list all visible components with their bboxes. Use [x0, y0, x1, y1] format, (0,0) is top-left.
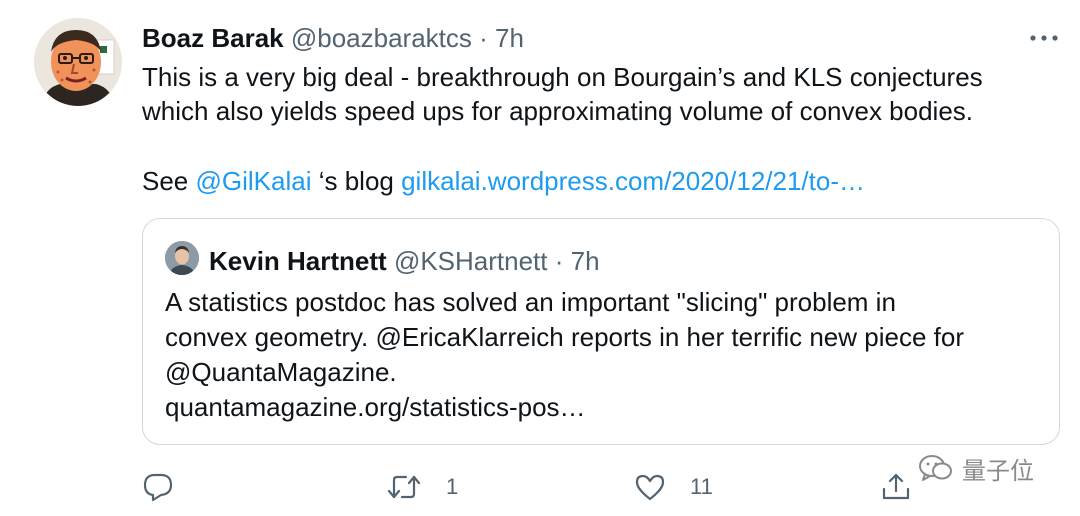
tweet-text-line-2: which also yields speed ups for approxim… — [142, 96, 974, 126]
quote-text-line-2: convex geometry. @EricaKlarreich reports… — [165, 322, 964, 352]
blog-link[interactable]: gilkalai.wordpress.com/2020/12/21/to-… — [401, 166, 865, 196]
wechat-icon — [919, 455, 952, 481]
header-separator: · — [479, 23, 488, 53]
watermark: 量子位 — [918, 451, 1034, 485]
quote-author-name[interactable]: Kevin Hartnett — [209, 246, 387, 276]
quote-author-avatar[interactable] — [165, 241, 199, 275]
like-count: 11 — [690, 474, 713, 499]
heart-icon — [635, 474, 665, 501]
tweet-time[interactable]: 7h — [495, 23, 524, 53]
quoted-tweet[interactable]: Kevin Hartnett @KSHartnett · 7h A statis… — [142, 218, 1060, 445]
mention-link[interactable]: @GilKalai — [196, 166, 312, 196]
blog-text: ‘s blog — [311, 166, 402, 196]
author-handle[interactable]: @boazbaraktcs — [291, 23, 472, 53]
like-button[interactable]: 11 — [634, 471, 713, 503]
quote-link[interactable]: quantamagazine.org/statistics-pos… — [165, 390, 1045, 425]
retweet-button[interactable]: 1 — [386, 471, 458, 503]
tweet-text: This is a very big deal - breakthrough o… — [142, 60, 1072, 198]
tweet-header: Boaz Barak @boazbaraktcs · 7h — [142, 20, 524, 56]
tweet-text-line-3: See @GilKalai ‘s blog gilkalai.wordpress… — [142, 164, 1072, 198]
quote-text-line-3: @QuantaMagazine. — [165, 357, 397, 387]
reply-button[interactable] — [142, 471, 174, 503]
share-icon — [882, 473, 910, 500]
author-name[interactable]: Boaz Barak — [142, 23, 284, 53]
watermark-text: 量子位 — [962, 456, 1034, 485]
share-button[interactable] — [880, 471, 912, 503]
more-options-button[interactable] — [1028, 26, 1060, 50]
quote-author-handle[interactable]: @KSHartnett — [394, 246, 548, 276]
retweet-count: 1 — [446, 474, 459, 499]
retweet-icon — [387, 475, 421, 499]
tweet-text-line-1: This is a very big deal - breakthrough o… — [142, 62, 983, 92]
tweet: Boaz Barak @boazbaraktcs · 7h This is a … — [0, 0, 1080, 516]
quote-separator: · — [554, 246, 564, 276]
more-icon — [1030, 35, 1058, 41]
quote-time[interactable]: 7h — [571, 246, 600, 276]
quote-header: Kevin Hartnett @KSHartnett · 7h — [209, 244, 600, 278]
quote-text-line-1: A statistics postdoc has solved an impor… — [165, 287, 896, 317]
quote-text: A statistics postdoc has solved an impor… — [165, 285, 1045, 425]
author-avatar[interactable] — [34, 18, 122, 106]
reply-icon — [143, 473, 173, 502]
see-prefix: See — [142, 166, 196, 196]
